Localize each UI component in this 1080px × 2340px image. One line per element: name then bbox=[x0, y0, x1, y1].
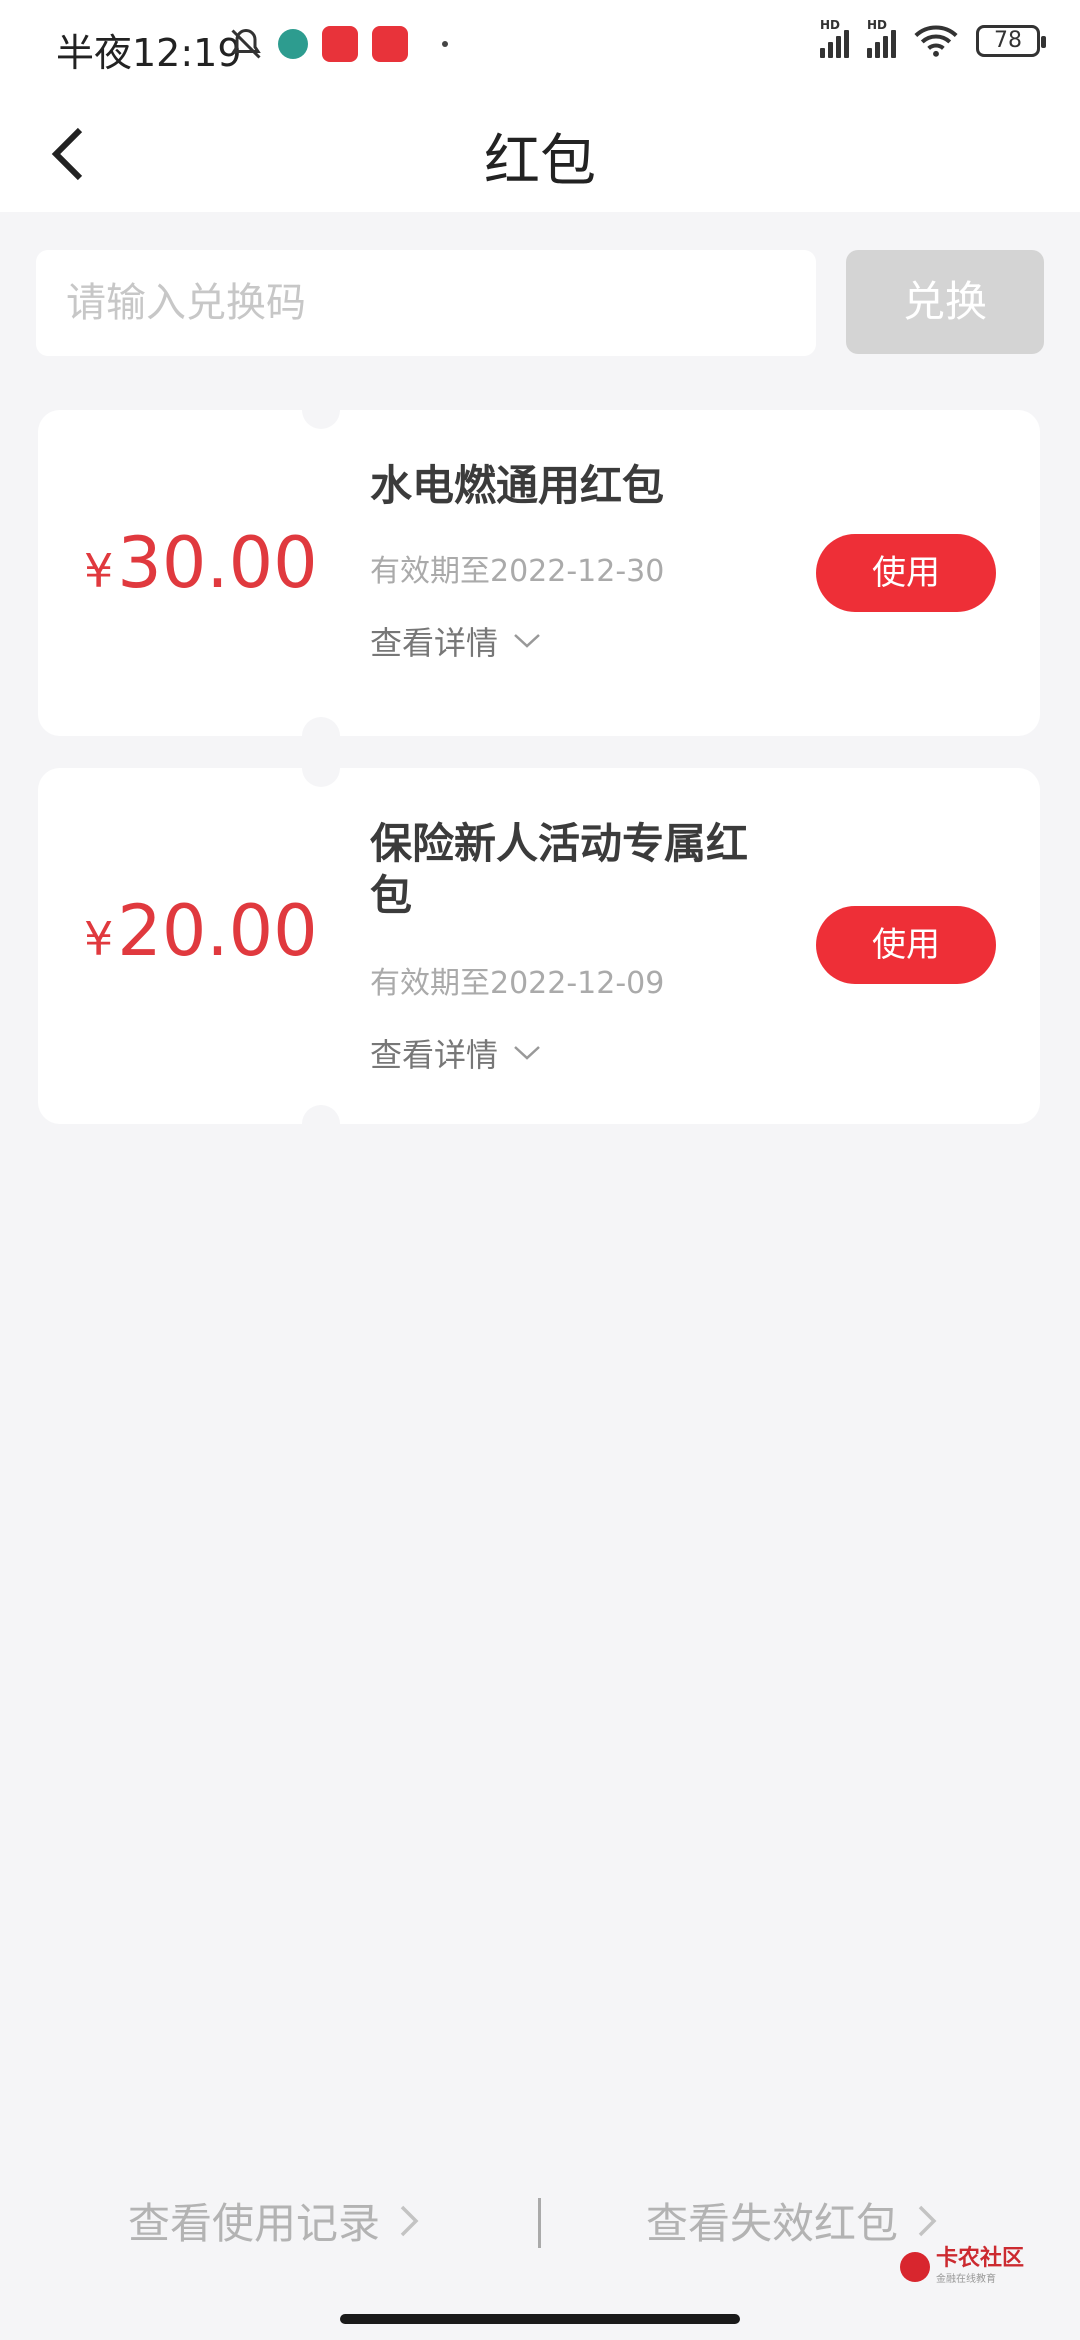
card-notch bbox=[302, 1105, 340, 1143]
status-notification-icons bbox=[228, 26, 448, 62]
packet-title: 水电燃通用红包 bbox=[370, 461, 665, 510]
amount-value: 30.00 bbox=[117, 522, 318, 604]
red-packet-card: ¥20.00 保险新人活动专属红包 有效期至2022-12-09 查看详情 使用 bbox=[38, 749, 1040, 1143]
packet-title: 保险新人活动专属红包 bbox=[370, 819, 749, 920]
app-notification-icon-2 bbox=[372, 26, 408, 62]
home-indicator[interactable] bbox=[340, 2314, 740, 2324]
network-label-1: HD bbox=[820, 18, 841, 32]
currency-symbol: ¥ bbox=[84, 912, 114, 966]
status-time: 半夜12:19 bbox=[56, 31, 242, 75]
watermark-subtitle: 金融在线教育 bbox=[936, 2274, 996, 2285]
use-button[interactable]: 使用 bbox=[816, 906, 996, 984]
packet-expiry: 有效期至2022-12-09 bbox=[370, 966, 665, 1001]
signal-icon: HD bbox=[820, 18, 849, 58]
header: 红包 bbox=[0, 96, 1080, 212]
chevron-down-icon bbox=[514, 1046, 540, 1060]
status-bar: 半夜12:19 HD HD 78 bbox=[0, 0, 1080, 96]
watermark: 卡农社区 金融在线教育 bbox=[900, 2248, 1024, 2285]
usage-record-label: 查看使用记录 bbox=[128, 2199, 381, 2248]
redeem-button[interactable]: 兑换 bbox=[846, 250, 1044, 354]
card-notch bbox=[302, 749, 340, 787]
app-notification-icon bbox=[322, 26, 358, 62]
use-button[interactable]: 使用 bbox=[816, 534, 996, 612]
status-system-icons: HD HD 78 bbox=[820, 18, 1046, 58]
currency-symbol: ¥ bbox=[84, 544, 114, 598]
expired-packets-link[interactable]: 查看失效红包 bbox=[646, 2190, 938, 2251]
view-details-label: 查看详情 bbox=[370, 624, 499, 662]
chevron-right-icon bbox=[400, 2205, 419, 2236]
watermark-logo-icon bbox=[900, 2251, 930, 2282]
red-packet-card: ¥30.00 水电燃通用红包 有效期至2022-12-30 查看详情 使用 bbox=[38, 391, 1040, 755]
globe-app-icon bbox=[278, 29, 308, 59]
packet-expiry: 有效期至2022-12-30 bbox=[370, 554, 665, 589]
watermark-name: 卡农社区 bbox=[936, 2246, 1025, 2271]
view-details-toggle[interactable]: 查看详情 bbox=[370, 1030, 542, 1076]
view-details-toggle[interactable]: 查看详情 bbox=[370, 618, 542, 664]
bell-off-icon bbox=[231, 28, 261, 59]
chevron-right-icon bbox=[918, 2205, 937, 2236]
usage-record-link[interactable]: 查看使用记录 bbox=[128, 2190, 420, 2251]
wifi-icon bbox=[914, 25, 958, 57]
signal-icon-2: HD bbox=[867, 18, 896, 58]
packet-amount: ¥20.00 bbox=[84, 890, 318, 972]
redeem-code-input[interactable] bbox=[36, 250, 816, 356]
view-details-label: 查看详情 bbox=[370, 1036, 499, 1074]
page-title: 红包 bbox=[484, 129, 596, 194]
more-notifications-dot bbox=[442, 41, 448, 47]
expired-packets-label: 查看失效红包 bbox=[646, 2199, 899, 2248]
footer-divider bbox=[538, 2198, 541, 2248]
card-notch bbox=[302, 391, 340, 429]
network-label-2: HD bbox=[867, 18, 888, 32]
amount-value: 20.00 bbox=[117, 890, 318, 972]
packet-amount: ¥30.00 bbox=[84, 522, 318, 604]
chevron-down-icon bbox=[514, 634, 540, 648]
battery-icon: 78 bbox=[976, 25, 1046, 57]
